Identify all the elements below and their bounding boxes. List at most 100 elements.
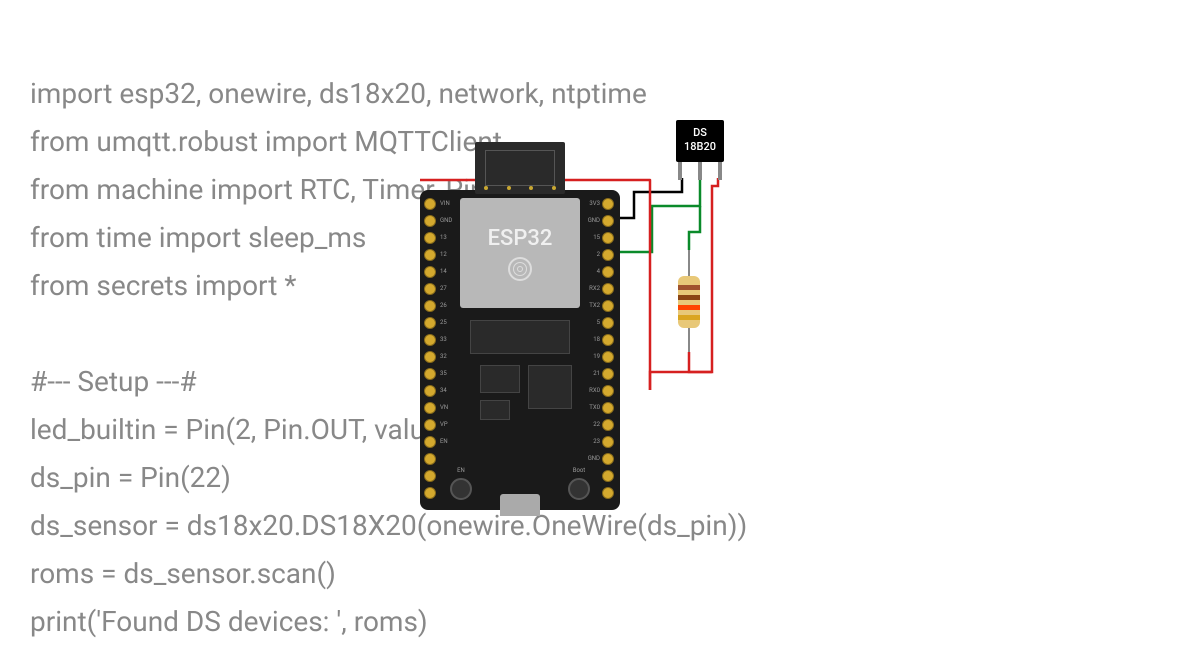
pin-label: 27 xyxy=(440,283,452,295)
ds18b20-sensor: DS 18B20 xyxy=(676,120,724,162)
gpio-pin xyxy=(424,453,436,465)
gpio-pin xyxy=(424,419,436,431)
pin-label: 35 xyxy=(440,368,452,380)
code-line: from time import sleep_ms xyxy=(30,221,366,254)
gpio-pin xyxy=(602,402,614,414)
resistor-lead-bottom xyxy=(688,328,690,352)
pin-label: 18 xyxy=(593,334,600,346)
pin-labels-left: VINGND13121427262533323534VNVPEN xyxy=(440,198,452,499)
resistor-band xyxy=(678,305,700,310)
smd-chip xyxy=(528,365,572,409)
gpio-pin xyxy=(424,436,436,448)
pin-label: RX0 xyxy=(589,385,600,397)
gpio-pin xyxy=(424,266,436,278)
chip-label: ESP32 xyxy=(488,226,553,251)
code-line: led_builtin = Pin(2, Pin.OUT, value=0) xyxy=(30,413,481,446)
code-line: #--- Setup ---# xyxy=(30,365,197,398)
gpio-pin xyxy=(602,351,614,363)
gpio-pin xyxy=(424,351,436,363)
pin-label: VIN xyxy=(440,198,452,210)
gpio-pin xyxy=(424,300,436,312)
code-line: from secrets import * xyxy=(30,269,296,302)
pin-label: 34 xyxy=(440,385,452,397)
sensor-label-line1: DS xyxy=(680,126,720,140)
boot-button xyxy=(568,478,590,500)
gpio-pin xyxy=(424,232,436,244)
pin-label: TX2 xyxy=(589,300,600,312)
pin-label: 12 xyxy=(440,249,452,261)
pin-label: TX0 xyxy=(589,402,600,414)
pin-label: 21 xyxy=(593,368,600,380)
gpio-pin xyxy=(602,198,614,210)
gpio-pin xyxy=(424,198,436,210)
gpio-pin xyxy=(602,266,614,278)
wifi-antenna xyxy=(475,142,565,194)
pin-label: 19 xyxy=(593,351,600,363)
micro-usb-port xyxy=(500,494,540,516)
sensor-legs xyxy=(678,162,722,180)
code-line: print('Found DS devices: ', roms) xyxy=(30,605,428,638)
code-line: import esp32, onewire, ds18x20, network,… xyxy=(30,77,647,110)
pin-label: 3V3 xyxy=(589,198,600,210)
sensor-pin-vdd xyxy=(718,162,722,180)
resistor-band xyxy=(678,315,700,320)
pin-label: VP xyxy=(440,419,452,431)
gpio-pin xyxy=(424,317,436,329)
code-line: from machine import RTC, Timer, Pin xyxy=(30,173,485,206)
esp32-board: ESP32 VINGND13121427262533323534VNVPEN 3… xyxy=(420,190,620,510)
gpio-pin xyxy=(602,317,614,329)
boot-button-label: Boot xyxy=(568,467,590,474)
pin-label: 15 xyxy=(593,232,600,244)
gpio-pin xyxy=(602,249,614,261)
gpio-pin xyxy=(602,368,614,380)
pin-header-right xyxy=(602,198,616,499)
pin-label: 14 xyxy=(440,266,452,278)
pin-label xyxy=(440,453,452,465)
code-line: ds_pin = Pin(22) xyxy=(30,461,231,494)
pin-label: 13 xyxy=(440,232,452,244)
pin-label: EN xyxy=(440,436,452,448)
gpio-pin xyxy=(424,402,436,414)
esp32-shield: ESP32 xyxy=(460,198,580,308)
gpio-pin xyxy=(602,232,614,244)
pin-label: 32 xyxy=(440,351,452,363)
gpio-pin xyxy=(602,470,614,482)
en-button-label: EN xyxy=(450,467,472,474)
resistor-band xyxy=(678,285,700,290)
smd-chip xyxy=(470,320,570,354)
pin-label: 2 xyxy=(597,249,600,261)
gpio-pin xyxy=(424,470,436,482)
pin-label: GND xyxy=(588,453,600,465)
gpio-pin xyxy=(424,368,436,380)
gpio-pin xyxy=(424,334,436,346)
gpio-pin xyxy=(424,283,436,295)
pin-label: 5 xyxy=(597,317,600,329)
sensor-label-line2: 18B20 xyxy=(680,140,720,154)
pin-label: 22 xyxy=(593,419,600,431)
sensor-pin-dq xyxy=(698,162,702,180)
circuit-diagram: DS 18B20 ESP32 VINGND1312142726253332353… xyxy=(420,120,740,520)
gpio-pin xyxy=(602,283,614,295)
sensor-pin-gnd xyxy=(678,162,682,180)
pin-label: 4 xyxy=(597,266,600,278)
gpio-pin xyxy=(424,385,436,397)
en-button xyxy=(450,478,472,500)
gpio-pin xyxy=(602,385,614,397)
pin-header-left xyxy=(424,198,438,499)
pin-label: 25 xyxy=(440,317,452,329)
gpio-pin xyxy=(424,487,436,499)
resistor-lead-top xyxy=(688,250,690,276)
gpio-pin xyxy=(602,215,614,227)
gpio-pin xyxy=(602,453,614,465)
smd-chip xyxy=(480,365,520,393)
pin-label: 26 xyxy=(440,300,452,312)
code-line: roms = ds_sensor.scan() xyxy=(30,557,336,590)
gpio-pin xyxy=(602,300,614,312)
pin-label: VN xyxy=(440,402,452,414)
pin-labels-right: 3V3GND1524RX2TX25181921RX0TX02223GND xyxy=(588,198,600,499)
gpio-pin xyxy=(602,436,614,448)
pin-label: 23 xyxy=(593,436,600,448)
gpio-pin xyxy=(424,249,436,261)
resistor-band xyxy=(678,295,700,300)
gpio-pin xyxy=(602,334,614,346)
